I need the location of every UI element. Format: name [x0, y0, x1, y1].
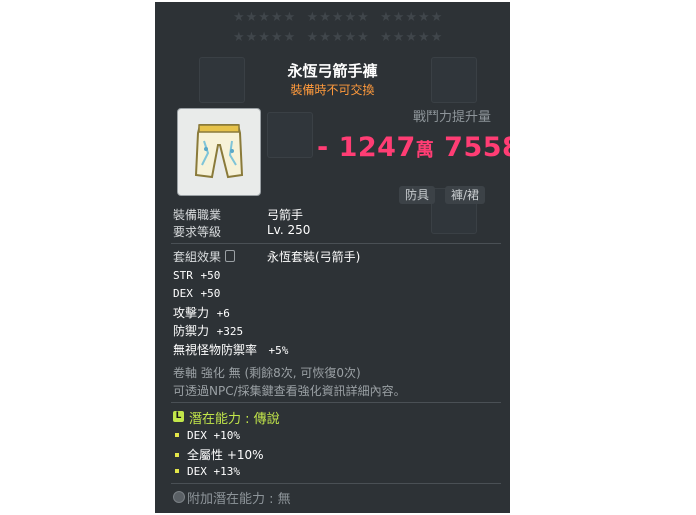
- potential-line-2: 全屬性 +10%: [175, 446, 264, 463]
- job-value: 弓箭手: [267, 208, 304, 222]
- stat-dex: DEX +50: [173, 287, 221, 300]
- stat-ignore-def: 無視怪物防禦率 +5%: [173, 343, 289, 357]
- bullet-icon: [175, 453, 179, 457]
- divider: [171, 243, 501, 244]
- bullet-icon: [175, 433, 179, 437]
- trade-restriction: 裝備時不可交換: [290, 83, 375, 97]
- set-effect-label: 套組效果: [173, 248, 236, 265]
- additional-potential: 附加潛在能力 : 無: [187, 492, 291, 507]
- bg-decoration: ★★★★★ ★★★★★ ★★★★★: [233, 10, 444, 25]
- bg-decoration: ★★★★★ ★★★★★ ★★★★★: [233, 30, 444, 45]
- lock-icon: [225, 250, 236, 262]
- stat-attack: 攻擊力 +6: [173, 306, 230, 320]
- pants-icon: [194, 124, 244, 179]
- additional-potential-icon: [173, 491, 185, 503]
- bullet-icon: [175, 469, 179, 473]
- potential-line-3: DEX +13%: [175, 464, 240, 478]
- job-label: 裝備職業: [173, 208, 222, 222]
- set-effect-value: 永恆套裝(弓箭手): [267, 250, 361, 264]
- stat-defense: 防禦力 +325: [173, 324, 244, 338]
- npc-info: 可透過NPC/採集鍵查看強化資訊詳細內容。: [173, 384, 406, 398]
- item-name: 永恆弓箭手褲: [287, 62, 378, 80]
- potential-title: 潛在能力 : 傳說: [189, 412, 280, 427]
- divider: [171, 483, 501, 484]
- divider: [171, 402, 501, 403]
- tag-armor: 防具: [399, 186, 436, 204]
- level-label: 要求等級: [173, 225, 222, 239]
- level-value: Lv. 250: [267, 223, 311, 237]
- combat-power-label: 戰鬥力提升量: [413, 110, 492, 125]
- item-tooltip: ★★★★★ ★★★★★ ★★★★★ ★★★★★ ★★★★★ ★★★★★ 永恆弓箭…: [155, 2, 510, 513]
- scroll-info: 卷軸 強化 無 (剩餘8次, 可恢復0次): [173, 366, 361, 380]
- tag-pants: 褲/裙: [445, 186, 486, 204]
- potential-line-1: DEX +10%: [175, 428, 240, 442]
- item-image: [177, 108, 261, 196]
- stat-str: STR +50: [173, 269, 221, 282]
- combat-power-value: - 1247萬 7558: [317, 132, 510, 163]
- bg-slot: [267, 112, 313, 158]
- legendary-grade-icon: L: [173, 411, 184, 422]
